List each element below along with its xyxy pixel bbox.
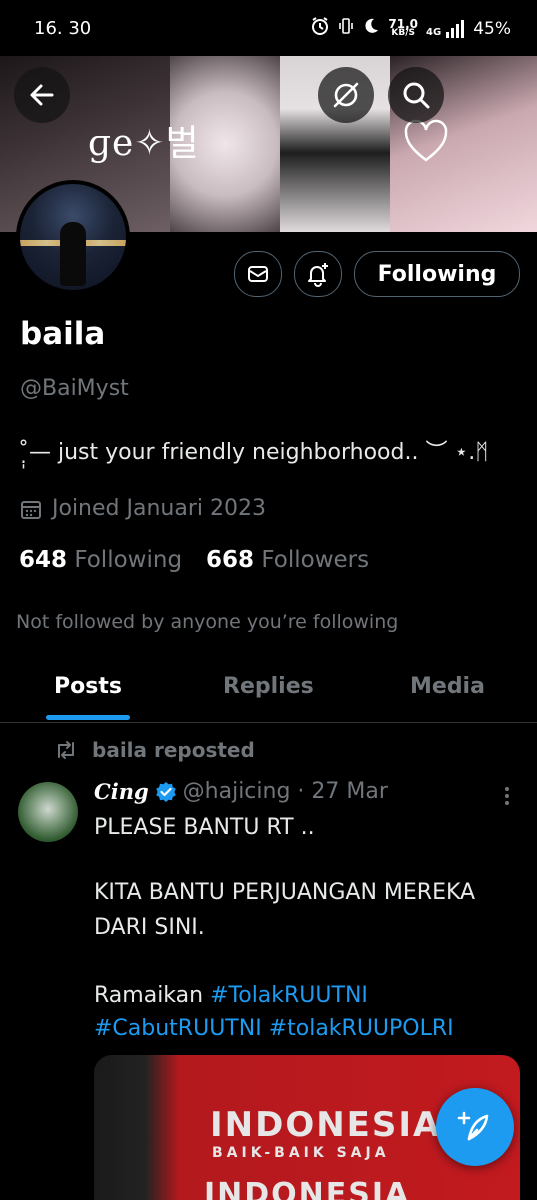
post-hashtags-line: #CabutRUUTNI #tolakRUUPOLRI: [94, 1013, 454, 1045]
hashtag-link[interactable]: #tolakRUUPOLRI: [269, 1016, 454, 1041]
follow-counts: 648 Following 668 Followers: [19, 547, 369, 573]
followers-count: 668: [206, 547, 255, 573]
heart-icon: [402, 116, 450, 170]
grok-icon: [333, 82, 359, 108]
post-text-line: PLEASE BANTU RT ..: [94, 815, 315, 840]
vibrate-icon: [338, 16, 354, 41]
post-text-line: Ramaikan #TolakRUUTNI: [94, 980, 368, 1012]
post-handle-time: @hajicing · 27 Mar: [182, 779, 388, 804]
following-button[interactable]: Following: [354, 251, 520, 297]
status-time: 16. 30: [34, 18, 92, 39]
repost-indicator: baila reposted: [54, 738, 255, 762]
hashtag-link[interactable]: #TolakRUUTNI: [210, 983, 368, 1008]
profile-name: baila: [20, 316, 106, 352]
following-label: Following: [74, 547, 183, 573]
profile-bio: ˚̣̩— just your friendly neighborhood.. ︶…: [18, 440, 489, 465]
post-author-avatar[interactable]: [18, 782, 78, 842]
search-button[interactable]: [388, 67, 444, 123]
message-button[interactable]: [234, 251, 282, 297]
post-text-prefix: Ramaikan: [94, 983, 211, 1008]
signal-icon: 4G: [426, 19, 465, 38]
avatar-person: [60, 222, 86, 286]
battery-level: 45%: [473, 18, 511, 39]
status-icons: 71,0 KB/S 4G 45%: [310, 16, 511, 41]
more-vertical-icon: [505, 787, 509, 805]
profile-handle: @BaiMyst: [20, 376, 129, 401]
joined-text: Joined Januari 2023: [52, 496, 266, 521]
media-bottom-text: INDONESIA: [204, 1177, 411, 1200]
following-count: 648: [19, 547, 68, 573]
repost-icon: [58, 741, 74, 759]
hashtag-link[interactable]: #CabutRUUTNI: [94, 1016, 262, 1041]
profile-avatar[interactable]: [16, 180, 130, 294]
back-button[interactable]: [14, 67, 70, 123]
post-text-line: KITA BANTU PERJUANGAN MEREKA: [94, 880, 476, 905]
alarm-icon: [310, 16, 330, 41]
post-header: Cing @hajicing · 27 Mar: [94, 779, 388, 804]
following-link[interactable]: 648 Following: [19, 547, 182, 573]
banner-text: ɡe✧벌: [88, 123, 200, 164]
notifications-button[interactable]: [294, 251, 342, 297]
tab-posts[interactable]: Posts: [54, 674, 122, 699]
post-author-name[interactable]: Cing: [94, 779, 149, 804]
compose-post-button[interactable]: [436, 1088, 514, 1166]
tab-replies[interactable]: Replies: [223, 674, 314, 699]
profile-tabs: Posts Replies Media: [0, 662, 537, 723]
media-subtitle: BAIK-BAIK SAJA: [212, 1145, 390, 1161]
joined-date: Joined Januari 2023: [20, 496, 266, 521]
feather-plus-icon: [457, 1111, 489, 1141]
post-text-line: DARI SINI.: [94, 915, 205, 940]
grok-button[interactable]: [318, 67, 374, 123]
tab-media[interactable]: Media: [410, 674, 485, 699]
status-bar: 16. 30 71,0 KB/S 4G 45%: [0, 0, 537, 56]
net-speed: 71,0 KB/S: [388, 16, 419, 38]
followers-link[interactable]: 668 Followers: [206, 547, 369, 573]
calendar-icon: [21, 500, 41, 519]
post-more-button[interactable]: [500, 784, 514, 812]
moon-icon: [362, 17, 380, 40]
search-icon: [403, 82, 430, 109]
verified-badge-icon: [155, 781, 176, 802]
back-arrow-icon: [30, 84, 54, 106]
repost-label: baila reposted: [92, 738, 255, 762]
media-title: INDONESIA: [210, 1105, 442, 1145]
active-tab-indicator: [46, 715, 130, 720]
followers-label: Followers: [261, 547, 370, 573]
not-followed-note: Not followed by anyone you’re following: [16, 611, 399, 633]
mail-icon: [248, 266, 268, 282]
network-type: 4G: [426, 26, 442, 38]
bell-plus-icon: [308, 263, 328, 287]
